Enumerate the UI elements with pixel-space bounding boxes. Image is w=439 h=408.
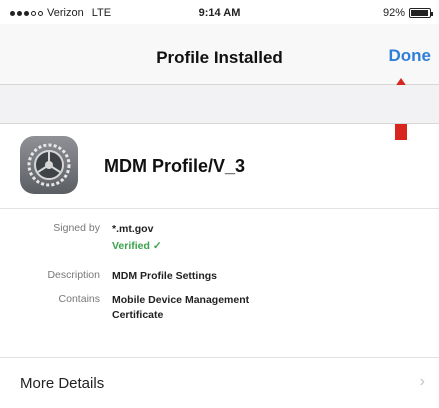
battery-icon (409, 8, 433, 18)
contains-row: Contains Mobile Device Management Certif… (0, 293, 439, 325)
more-details-label: More Details (20, 375, 105, 392)
description-label: Description (47, 269, 100, 281)
done-button[interactable]: Done (389, 46, 432, 66)
profile-header: MDM Profile/V_3 (0, 124, 439, 209)
profile-name: MDM Profile/V_3 (104, 156, 246, 176)
settings-gear-icon (20, 136, 78, 194)
status-right: 92% (382, 7, 433, 19)
checkmark-icon: ✓ (152, 240, 162, 252)
chevron-right-icon: › (419, 373, 425, 390)
page-title: Profile Installed (156, 48, 283, 67)
verified-status: Verified ✓ (112, 240, 162, 252)
navigation-bar: Profile Installed Done (0, 24, 439, 85)
description-value: MDM Profile Settings (112, 270, 218, 282)
contains-label: Contains (58, 293, 100, 305)
contains-value-line2: Certificate (112, 309, 164, 321)
status-bar: Verizon LTE 9:14 AM 92% (0, 0, 439, 24)
section-spacer (0, 85, 439, 124)
signed-by-row: Signed by *.mt.gov Verified ✓ (0, 222, 439, 256)
more-details-row[interactable]: More Details › (0, 357, 439, 408)
status-time: 9:14 AM (198, 7, 241, 19)
contains-value-line1: Mobile Device Management (112, 294, 250, 306)
battery-percent: 92% (382, 7, 405, 19)
signed-by-value: *.mt.gov (112, 223, 154, 235)
signed-by-label: Signed by (53, 222, 100, 234)
description-row: Description MDM Profile Settings (0, 269, 439, 285)
